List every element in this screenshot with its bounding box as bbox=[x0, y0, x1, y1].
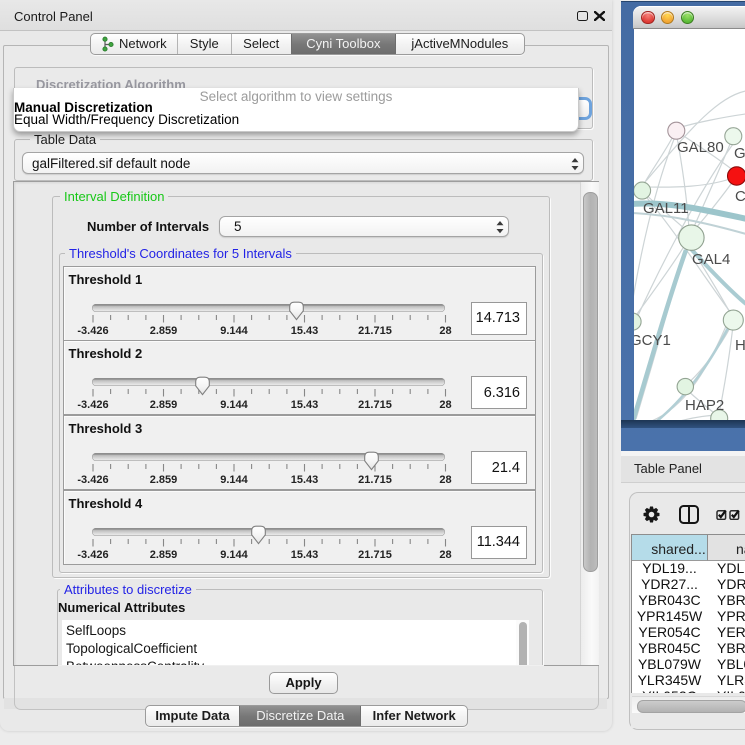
svg-text:HIS: HIS bbox=[735, 337, 745, 354]
svg-text:CDC: CDC bbox=[735, 188, 745, 205]
svg-text:GAL11: GAL11 bbox=[643, 200, 689, 217]
svg-text:GCY1: GCY1 bbox=[634, 332, 671, 349]
svg-text:GAL: GAL bbox=[734, 145, 745, 162]
svg-text:GAL4: GAL4 bbox=[692, 251, 730, 268]
svg-text:GAL80: GAL80 bbox=[677, 139, 724, 156]
svg-text:HAP2: HAP2 bbox=[685, 397, 724, 414]
